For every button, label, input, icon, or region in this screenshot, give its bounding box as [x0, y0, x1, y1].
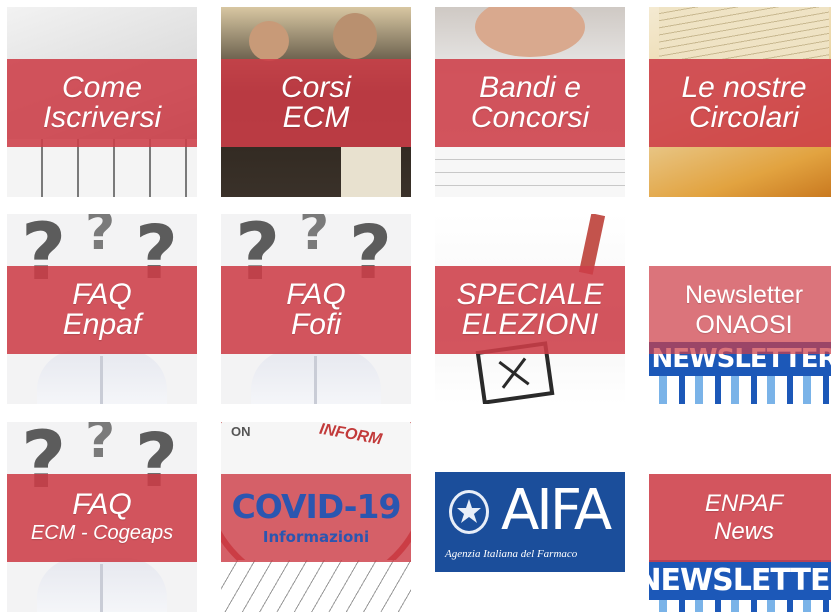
- tile-label: FAQ Enpaf: [7, 266, 197, 354]
- tile-label-line1: FAQ: [72, 278, 132, 311]
- people-silhouette-image: [333, 13, 377, 59]
- tile-label: ENPAF News: [649, 474, 831, 562]
- tile-faq-fofi[interactable]: ? ? ? FAQ Fofi: [221, 214, 411, 404]
- covid-subtitle: Informazioni: [262, 528, 370, 546]
- newsletter-pixels-image: [649, 376, 831, 404]
- question-mark-icon: ?: [85, 214, 116, 262]
- question-mark-icon: ?: [299, 214, 330, 262]
- person-shirt-image: [251, 350, 381, 404]
- document-stack-image: [659, 7, 829, 59]
- tile-label: COVID-19 Informazioni: [221, 474, 411, 562]
- emblem-icon: [449, 490, 489, 534]
- tile-label: FAQ ECM - Cogeaps: [7, 474, 197, 562]
- tile-label-line2: Concorsi: [470, 101, 590, 134]
- tile-label-line2: ECM: [282, 101, 350, 134]
- people-silhouette-image: [249, 21, 289, 61]
- form-lines-image: [435, 147, 625, 197]
- tile-covid-19[interactable]: ON INFORM COVID-19 Informazioni: [221, 422, 411, 612]
- newsletter-pixels-image: [649, 600, 831, 612]
- tile-label: Bandi e Concorsi: [435, 59, 625, 147]
- tile-faq-enpaf[interactable]: ? ? ? FAQ Enpaf: [7, 214, 197, 404]
- tile-label-line1: ENPAF: [704, 490, 784, 517]
- tile-label-line2: Enpaf: [62, 308, 142, 341]
- newsletter-banner-image: NEWSLETTER: [649, 560, 831, 600]
- tile-label: Corsi ECM: [221, 59, 411, 147]
- tile-aifa[interactable]: AIFA Agenzia Italiana del Farmaco: [435, 422, 625, 612]
- tile-corsi-ecm[interactable]: Corsi ECM: [221, 7, 411, 197]
- tile-speciale-elezioni[interactable]: SPECIALE ELEZIONI: [435, 214, 625, 404]
- person-shirt-image: [37, 558, 167, 612]
- tile-label: SPECIALE ELEZIONI: [435, 266, 625, 354]
- tile-label-line1: Come: [61, 71, 143, 104]
- aifa-caption: Agenzia Italiana del Farmaco: [445, 548, 578, 560]
- tile-newsletter-onaosi[interactable]: NEWSLETTER Newsletter ONAOSI: [649, 214, 831, 404]
- tile-label-line1: FAQ: [286, 278, 346, 311]
- tile-come-iscriversi[interactable]: Come Iscriversi: [7, 7, 197, 197]
- tile-label-line2: Iscriversi: [42, 101, 162, 134]
- tile-faq-ecm-cogeaps[interactable]: ? ? ? FAQ ECM - Cogeaps: [7, 422, 197, 612]
- stamp-text: ON: [231, 424, 251, 439]
- tile-label: Newsletter ONAOSI: [649, 266, 831, 354]
- tile-label-line2: News: [713, 518, 774, 545]
- tile-label-line2: ONAOSI: [695, 311, 793, 339]
- tile-label-line1: Corsi: [280, 71, 351, 104]
- tile-label-line1: Newsletter: [684, 281, 804, 309]
- tile-label: Come Iscriversi: [7, 59, 197, 147]
- tile-bandi-concorsi[interactable]: Bandi e Concorsi: [435, 7, 625, 197]
- covid-title: COVID-19: [231, 487, 402, 526]
- tile-label-line2: Circolari: [688, 101, 799, 134]
- tile-label: Le nostre Circolari: [649, 59, 831, 147]
- aifa-logo-box: AIFA Agenzia Italiana del Farmaco: [435, 472, 625, 572]
- tile-label-line1: Le nostre: [681, 71, 807, 104]
- tile-label: FAQ Fofi: [221, 266, 411, 354]
- tile-enpaf-news[interactable]: NEWSLETTER ENPAF News: [649, 422, 831, 612]
- compass-lines-image: [221, 560, 411, 612]
- tile-label-line1: Bandi e: [479, 71, 581, 104]
- person-shirt-image: [37, 350, 167, 404]
- aifa-logo: AIFA: [501, 478, 612, 543]
- paper-image: [341, 147, 401, 197]
- tile-label-line2: Fofi: [290, 308, 341, 341]
- tile-label-line2: ECM - Cogeaps: [30, 522, 174, 544]
- tile-label-line1: FAQ: [72, 488, 132, 521]
- tile-le-nostre-circolari[interactable]: Le nostre Circolari: [649, 7, 831, 197]
- tile-label-line1: SPECIALE: [456, 278, 604, 311]
- newsletter-banner-text: NEWSLETTER: [649, 562, 831, 598]
- question-mark-icon: ?: [85, 422, 116, 470]
- keyboard-keys-image: [7, 139, 197, 197]
- tile-label-line2: ELEZIONI: [461, 308, 599, 341]
